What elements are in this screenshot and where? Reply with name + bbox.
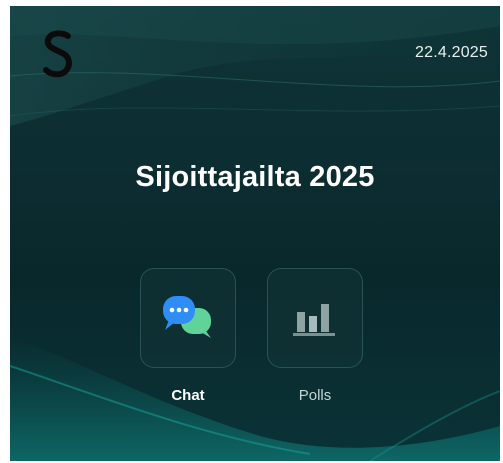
bar-chart-icon — [293, 304, 335, 336]
app-screen: 22.4.2025 Sijoittajailta 2025 — [10, 6, 500, 461]
chat-bubbles-icon — [163, 296, 211, 338]
s-logo-icon — [43, 30, 72, 78]
polls-label: Polls — [298, 387, 332, 404]
event-date: 22.4.2025 — [415, 44, 488, 61]
background-waves — [10, 6, 500, 461]
chat-button[interactable] — [140, 268, 236, 368]
polls-button[interactable] — [267, 268, 363, 368]
page-title: Sijoittajailta 2025 — [135, 161, 375, 193]
chat-label: Chat — [171, 387, 205, 404]
